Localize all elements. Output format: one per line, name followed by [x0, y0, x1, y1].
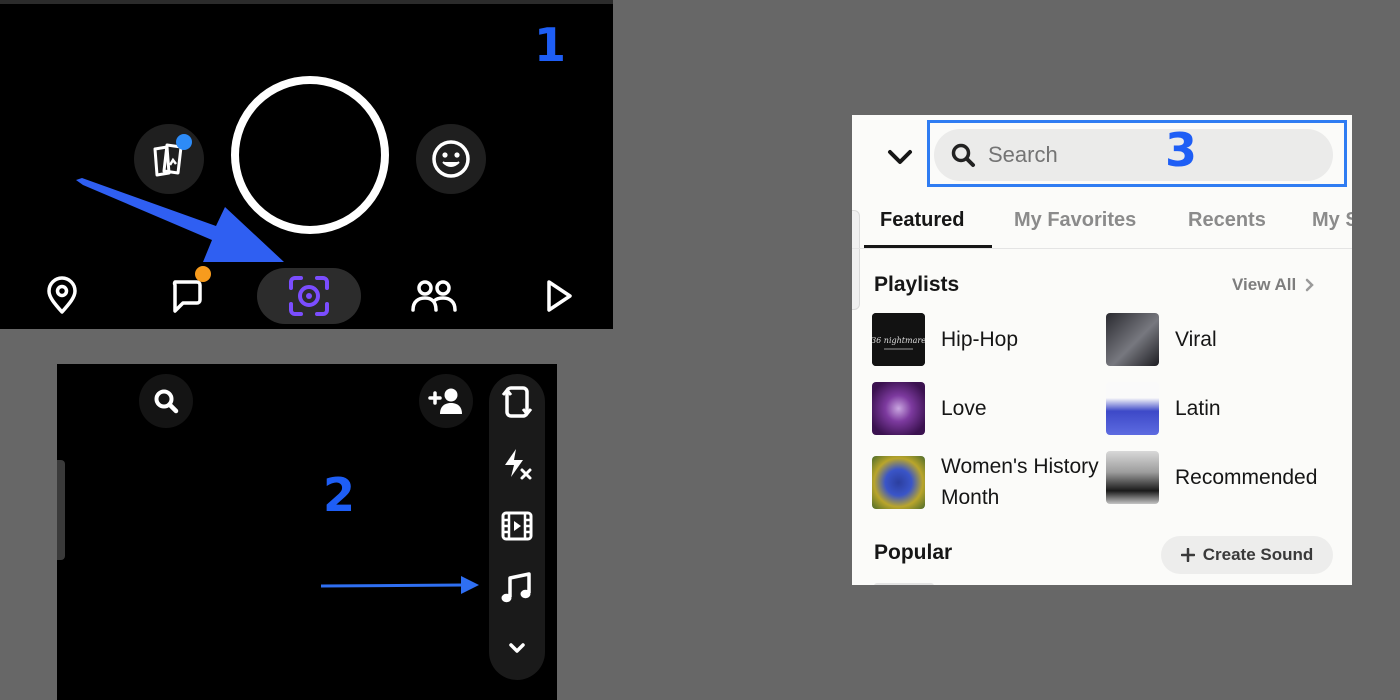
playlist-label: Recommended: [1175, 466, 1318, 489]
view-all-label: View All: [1232, 275, 1297, 294]
active-tab-indicator: [864, 245, 992, 248]
tab-recents[interactable]: Recents: [1188, 209, 1266, 232]
playlist-label: Viral: [1175, 328, 1217, 351]
camera-toolbar-panel: 2: [57, 364, 557, 700]
chevron-down-icon: [888, 150, 912, 164]
playlist-thumbnail: [872, 455, 925, 509]
playlist-recommended[interactable]: Recommended: [1106, 451, 1325, 504]
view-all-link[interactable]: View All: [1232, 275, 1315, 295]
playlist-thumbnail: 36 nightmare: [872, 313, 925, 366]
playlist-love[interactable]: Love: [872, 382, 987, 435]
playlist-thumbnail: [1106, 451, 1159, 504]
playlist-label: Latin: [1175, 397, 1221, 420]
next-item-peek: [874, 583, 934, 585]
playlist-label: Love: [941, 397, 987, 420]
playlist-latin[interactable]: Latin: [1106, 382, 1221, 435]
sound-tabs: Featured My Favorites Recents My S: [852, 197, 1352, 249]
create-sound-label: Create Sound: [1202, 545, 1314, 564]
playlist-viral[interactable]: Viral: [1106, 313, 1217, 366]
step-number-3: 3: [1165, 123, 1198, 177]
create-sound-button[interactable]: Create Sound: [1161, 536, 1333, 574]
tab-my-favorites[interactable]: My Favorites: [1014, 209, 1136, 232]
playlist-label: Hip-Hop: [941, 328, 1019, 351]
plus-icon: [1180, 548, 1195, 562]
playlist-label: Women's History Month: [941, 455, 1099, 509]
chevron-right-icon: [1306, 278, 1315, 292]
playlist-thumbnail: [1106, 313, 1159, 366]
annotation-arrow-2: [320, 576, 479, 594]
search-highlight-box: [927, 120, 1347, 187]
tab-featured[interactable]: Featured: [880, 209, 964, 232]
popular-heading: Popular: [874, 541, 953, 564]
thumbnail-art-text: 36 nightmare: [872, 336, 925, 345]
tab-my-sounds[interactable]: My S: [1312, 209, 1352, 232]
playlist-thumbnail: [1106, 382, 1159, 435]
playlist-womens-history-month[interactable]: Women's History Month: [872, 451, 1101, 513]
sounds-panel: Search 3 Featured My Favorites Recents M…: [852, 115, 1352, 585]
annotation-arrow-1: [76, 178, 284, 262]
playlists-heading: Playlists: [874, 273, 960, 296]
collapse-button[interactable]: [884, 141, 916, 173]
playlist-thumbnail: [872, 382, 925, 435]
playlist-hip-hop[interactable]: 36 nightmare Hip-Hop: [872, 313, 1018, 366]
camera-screen-panel: 1: [0, 0, 613, 329]
